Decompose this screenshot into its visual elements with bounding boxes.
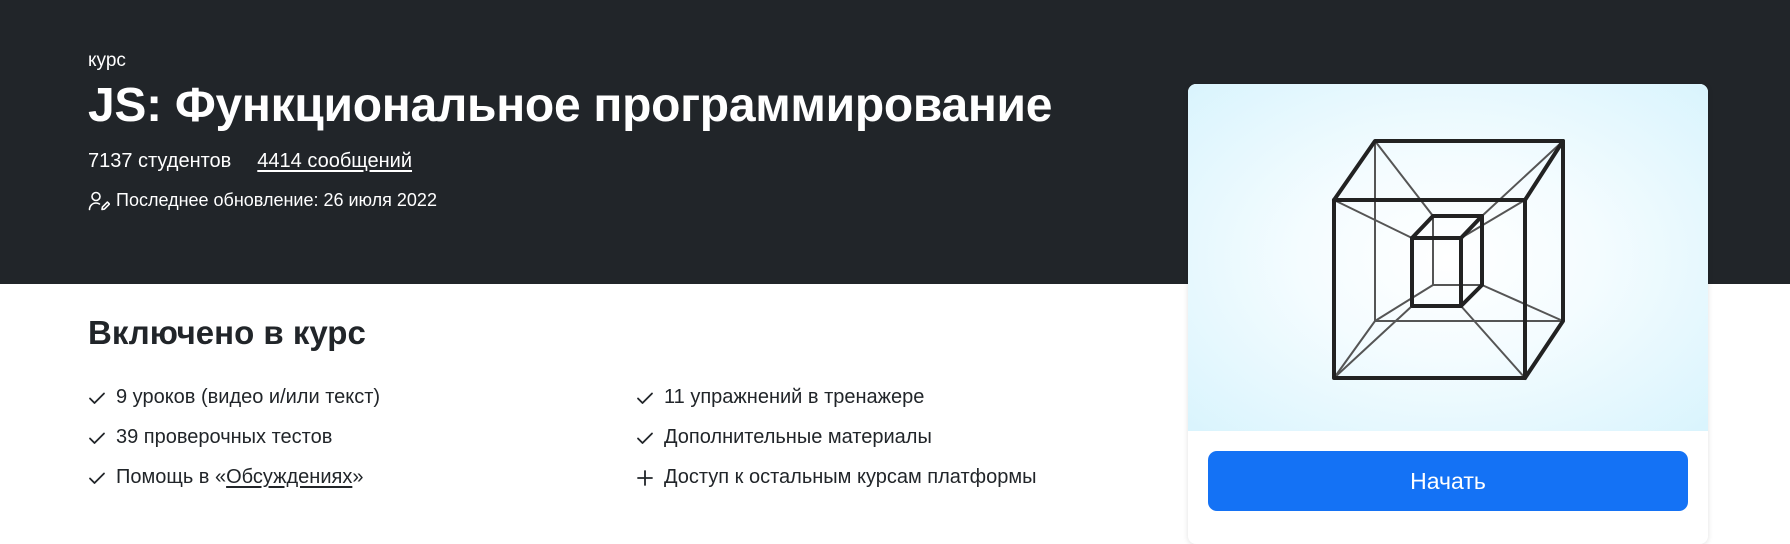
feature-text: 39 проверочных тестов <box>116 426 333 448</box>
check-icon <box>637 392 653 404</box>
check-icon <box>637 432 653 444</box>
course-stats: 7137 студентов 4414 сообщений <box>88 150 412 173</box>
feature-text: Доступ к остальным курсам платформы <box>664 466 1037 488</box>
feature-item: 39 проверочных тестов <box>88 426 332 449</box>
course-kind-label: курс <box>88 50 126 71</box>
check-icon <box>89 392 105 404</box>
feature-text: 9 уроков (видео и/или текст) <box>116 386 381 408</box>
check-icon <box>89 472 105 484</box>
start-button[interactable]: Начать <box>1208 451 1688 511</box>
feature-text: 11 упражнений в тренажере <box>664 386 925 408</box>
tesseract-cube-illustration <box>1332 139 1565 380</box>
feature-text: Помощь в «Обсуждениях» <box>116 466 363 489</box>
discussions-link[interactable]: Обсуждениях <box>226 466 352 488</box>
page-title: JS: Функциональное программирование <box>88 79 1053 132</box>
feature-item: Дополнительные материалы <box>636 426 932 449</box>
students-count: 7137 студентов <box>88 150 232 172</box>
check-icon <box>89 432 105 444</box>
feature-text: Дополнительные материалы <box>664 426 932 448</box>
last-updated: Последнее обновление: 26 июля 2022 <box>88 190 437 211</box>
feature-item: 11 упражнений в тренажере <box>636 386 924 409</box>
messages-link[interactable]: 4414 сообщений <box>257 150 412 173</box>
course-cover-image <box>1188 84 1708 431</box>
feature-text-prefix: Помощь в « <box>116 466 227 488</box>
user-edit-icon <box>88 191 110 210</box>
included-section-title: Включено в курс <box>88 314 366 351</box>
feature-item: Доступ к остальным курсам платформы <box>636 466 1036 489</box>
course-card: Начать <box>1188 84 1708 544</box>
feature-item: 9 уроков (видео и/или текст) <box>88 386 380 409</box>
plus-icon <box>637 469 653 486</box>
last-updated-text: Последнее обновление: 26 июля 2022 <box>116 190 437 210</box>
feature-text-suffix: » <box>352 466 364 488</box>
feature-item: Помощь в «Обсуждениях» <box>88 466 363 489</box>
